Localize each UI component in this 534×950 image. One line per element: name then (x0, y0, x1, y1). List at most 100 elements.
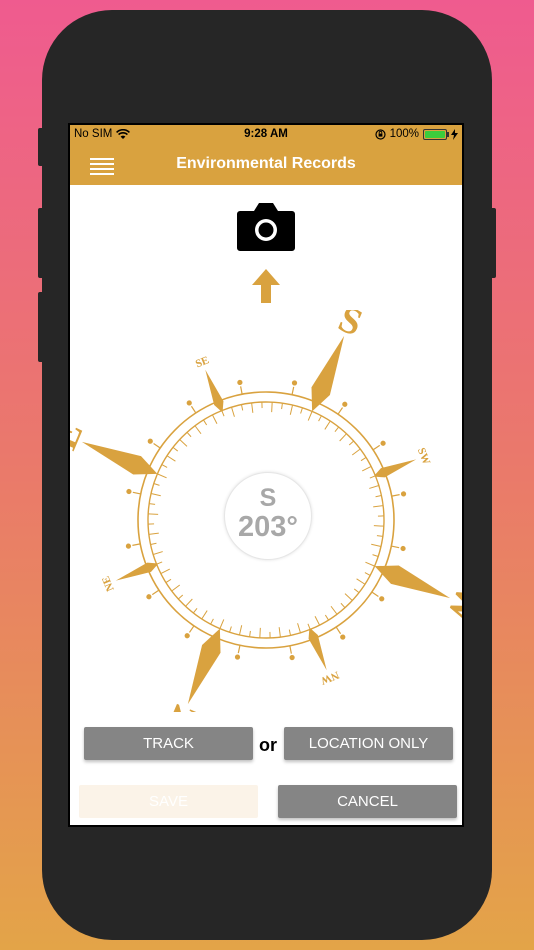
compass-tick (340, 602, 346, 609)
compass-tick (300, 407, 303, 414)
compass-tick (240, 404, 244, 411)
compass-tick (149, 503, 156, 505)
battery-percent: 100% (389, 128, 419, 140)
compass-tick (194, 425, 202, 435)
compass-dot-marker (126, 488, 141, 495)
compass-tick (219, 619, 225, 629)
compass-tick (372, 554, 379, 557)
compass-tick (153, 551, 163, 555)
compass-dot-marker (237, 379, 243, 395)
compass-label-s: S (332, 310, 368, 345)
compass-tick (324, 614, 329, 621)
compass-tick (192, 607, 198, 614)
compass-dot-marker (234, 645, 241, 660)
compass-tick (364, 572, 371, 576)
battery-level (425, 130, 445, 138)
compass-tick (249, 630, 251, 637)
compass-tick (165, 578, 172, 583)
compass-tick (201, 610, 208, 620)
compass-tick (150, 492, 161, 497)
compass-tick (177, 594, 184, 600)
compass-tick (186, 431, 192, 438)
compass-tick (334, 426, 340, 433)
heading-direction: S (259, 484, 277, 512)
cancel-button[interactable]: CANCEL (278, 785, 457, 818)
save-button[interactable]: SAVE (79, 785, 258, 818)
compass-tick (373, 505, 384, 508)
status-bar: No SIM 9:28 AM 100% (70, 125, 462, 145)
compass-label-e: E (70, 416, 91, 456)
compass-tick (365, 561, 375, 567)
power-button (490, 208, 496, 278)
compass-tick (344, 593, 353, 601)
compass-tick (259, 627, 261, 638)
compass-tick (375, 494, 382, 498)
compass-tick (172, 446, 179, 452)
volume-down-button (38, 292, 44, 362)
track-button[interactable]: TRACK (84, 727, 253, 760)
compass-tick (348, 440, 355, 446)
or-label: or (259, 735, 277, 755)
rotation-lock-icon (374, 128, 386, 140)
compass-tick (353, 588, 360, 594)
compass-label-se: SE (194, 354, 211, 370)
page-title: Environmental Records (176, 155, 356, 172)
compass-tick (185, 598, 193, 607)
compass-label-nw: NW (319, 669, 341, 687)
silent-switch (38, 128, 44, 166)
compass-tick (210, 618, 214, 625)
compass-label-sw: SW (415, 446, 433, 466)
compass-tick (339, 433, 347, 442)
charging-icon (451, 128, 458, 140)
location-only-button[interactable]: LOCATION ONLY (284, 727, 453, 760)
compass-label-n: N (161, 694, 203, 712)
compass-tick (362, 465, 372, 472)
compass-tick (278, 627, 281, 638)
compass-tick (150, 542, 157, 546)
compass-tick (171, 584, 181, 592)
heading-readout: S 203° (224, 472, 312, 560)
compass-label-w: W (438, 579, 462, 630)
compass-tick (330, 605, 338, 615)
nav-bar: Environmental Records (70, 145, 462, 185)
compass-tick (148, 532, 159, 535)
compass-label-ne: NE (100, 574, 117, 593)
compass-dot-marker (125, 543, 141, 549)
compass-tick (371, 543, 382, 548)
compass-tick (318, 415, 322, 422)
compass-tick (369, 485, 379, 489)
compass-tick (356, 578, 366, 585)
heading-degrees: 203° (238, 511, 298, 543)
compass-tick (288, 629, 292, 636)
compass-tick (160, 568, 170, 575)
compass-dot-marker (391, 545, 406, 552)
compass-tick (289, 404, 294, 415)
camera-icon[interactable] (236, 199, 296, 253)
volume-up-button (38, 208, 44, 278)
compass-tick (157, 473, 167, 479)
compass-tick (360, 457, 367, 462)
compass-tick (238, 625, 243, 636)
compass-tick (281, 403, 283, 410)
compass-tick (231, 407, 235, 417)
compass-dot-marker (289, 645, 295, 661)
compass-tick (271, 402, 273, 413)
phone-screen: No SIM 9:28 AM 100% Environmental Record… (68, 123, 464, 827)
compass-tick (166, 455, 176, 462)
compass-tick (153, 483, 160, 486)
compass-tick (161, 464, 168, 468)
compass-tick (179, 439, 188, 447)
compass-tick (307, 411, 313, 421)
compass-tick (373, 525, 384, 527)
status-right: 100% (374, 128, 458, 140)
compass-tick (148, 513, 159, 515)
compass-tick (351, 448, 361, 456)
compass-tick (203, 419, 208, 426)
compass-tick (211, 414, 218, 424)
battery-icon (423, 128, 449, 140)
compass-tick (314, 616, 321, 626)
app-screen: No SIM 9:28 AM 100% Environmental Record… (70, 125, 462, 825)
arrow-up-icon (252, 269, 280, 303)
compass-tick (297, 623, 301, 633)
compass-tick (376, 535, 383, 537)
